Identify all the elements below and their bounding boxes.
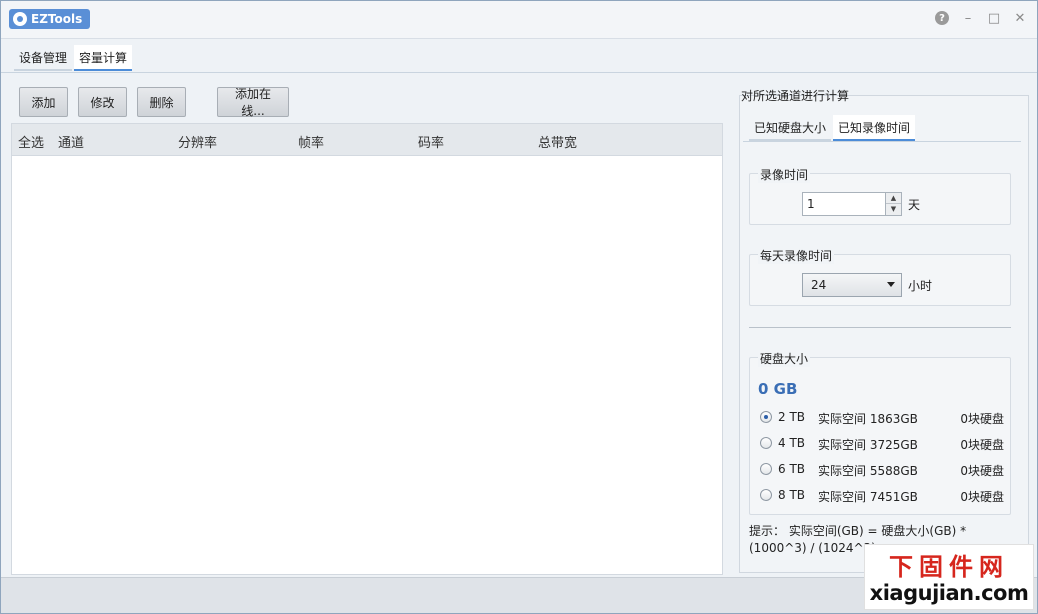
section-divider (749, 327, 1011, 328)
radio-6tb[interactable] (760, 463, 772, 475)
table-header: 全选 通道 分辨率 帧率 码率 总带宽 (12, 124, 722, 156)
disk-capacity: 8 TB (778, 488, 806, 502)
close-icon[interactable]: ✕ (1013, 11, 1027, 26)
formula-tip-line1: 提示： 实际空间(GB) = 硬盘大小(GB) * (749, 524, 967, 538)
toolbar: 添加 修改 删除 添加在线... (19, 87, 299, 118)
disk-count: 0块硬盘 (960, 438, 1004, 452)
disk-size-value: 0 GB (758, 380, 798, 398)
main-tabs: 设备管理 容量计算 (14, 45, 134, 71)
disk-option-8tb[interactable]: 8 TB 实际空间 7451GB 0块硬盘 (758, 486, 1004, 504)
channel-header[interactable]: 通道 (58, 132, 84, 151)
disk-size-label: 硬盘大小 (758, 350, 811, 367)
disk-count: 0块硬盘 (960, 412, 1004, 426)
maximize-icon[interactable]: □ (987, 11, 1001, 26)
calculation-panel: 对所选通道进行计算 已知硬盘大小 已知录像时间 录像时间 1 ▲ ▼ 天 每天录… (739, 85, 1031, 573)
disk-actual-space: 实际空间 5588GB (818, 464, 918, 478)
daily-hours-value: 24 (811, 278, 827, 292)
calculation-tabs: 已知硬盘大小 已知录像时间 (749, 115, 917, 141)
daily-hours-select[interactable]: 24 (802, 273, 902, 297)
app-badge: EZTools (9, 9, 91, 29)
daily-time-label: 每天录像时间 (758, 247, 835, 264)
select-all-header[interactable]: 全选 (18, 132, 44, 151)
disk-actual-space: 实际空间 7451GB (818, 490, 918, 504)
frame-rate-header[interactable]: 帧率 (298, 132, 324, 151)
tab-known-record-time[interactable]: 已知录像时间 (833, 115, 916, 141)
chevron-down-icon (887, 282, 895, 287)
radio-2tb[interactable] (760, 411, 772, 423)
sub-tab-divider (743, 141, 1021, 142)
site-watermark: 下固件网 xiagujian.com (864, 544, 1034, 610)
disk-capacity: 2 TB (778, 410, 806, 424)
record-time-label: 录像时间 (758, 166, 811, 183)
tab-known-disk-size[interactable]: 已知硬盘大小 (749, 115, 832, 141)
bitrate-header[interactable]: 码率 (418, 132, 444, 151)
delete-button[interactable]: 删除 (137, 87, 186, 117)
disk-count: 0块硬盘 (960, 490, 1004, 504)
calculation-title: 对所选通道进行计算 (741, 89, 850, 103)
add-button[interactable]: 添加 (19, 87, 68, 117)
record-time-group: 录像时间 1 ▲ ▼ 天 (749, 166, 1011, 225)
tab-device-management[interactable]: 设备管理 (14, 45, 73, 71)
window-controls: ? – □ ✕ (935, 11, 1027, 26)
daily-time-group: 每天录像时间 24 小时 (749, 247, 1011, 306)
disk-count: 0块硬盘 (960, 464, 1004, 478)
disk-size-group: 硬盘大小 0 GB 2 TB 实际空间 1863GB 0块硬盘 4 TB 实际空… (749, 350, 1011, 515)
disk-option-6tb[interactable]: 6 TB 实际空间 5588GB 0块硬盘 (758, 460, 1004, 478)
disk-actual-space: 实际空间 3725GB (818, 438, 918, 452)
help-icon[interactable]: ? (935, 11, 949, 25)
add-online-button[interactable]: 添加在线... (217, 87, 289, 118)
watermark-cn: 下固件网 (889, 553, 1009, 581)
resolution-header[interactable]: 分辨率 (178, 132, 217, 151)
disk-option-2tb[interactable]: 2 TB 实际空间 1863GB 0块硬盘 (758, 408, 1004, 426)
modify-button[interactable]: 修改 (78, 87, 127, 117)
app-window: EZTools ? – □ ✕ 设备管理 容量计算 添加 修改 删除 添加在线.… (0, 0, 1038, 614)
disk-option-4tb[interactable]: 4 TB 实际空间 3725GB 0块硬盘 (758, 434, 1004, 452)
title-bar: EZTools ? – □ ✕ (1, 1, 1037, 39)
channel-table: 全选 通道 分辨率 帧率 码率 总带宽 (11, 123, 723, 575)
tab-divider (1, 72, 1037, 73)
stepper-buttons: ▲ ▼ (885, 193, 901, 215)
stepper-down-icon[interactable]: ▼ (886, 204, 901, 215)
record-days-unit: 天 (908, 198, 921, 212)
disk-actual-space: 实际空间 1863GB (818, 412, 918, 426)
channel-panel: 添加 修改 删除 添加在线... 全选 通道 分辨率 帧率 码率 总带宽 (9, 79, 725, 575)
record-days-value: 1 (807, 197, 815, 211)
app-title: EZTools (31, 12, 83, 26)
stepper-up-icon[interactable]: ▲ (886, 193, 901, 204)
record-days-stepper[interactable]: 1 ▲ ▼ (802, 192, 902, 216)
total-bandwidth-header[interactable]: 总带宽 (538, 132, 577, 151)
daily-hours-unit: 小时 (908, 279, 933, 293)
tab-capacity-calculation[interactable]: 容量计算 (74, 45, 133, 71)
watermark-en: xiagujian.com (869, 581, 1029, 605)
disk-capacity: 6 TB (778, 462, 806, 476)
minimize-icon[interactable]: – (961, 11, 975, 26)
disk-capacity: 4 TB (778, 436, 806, 450)
radio-4tb[interactable] (760, 437, 772, 449)
app-logo-icon (13, 12, 27, 26)
radio-8tb[interactable] (760, 489, 772, 501)
